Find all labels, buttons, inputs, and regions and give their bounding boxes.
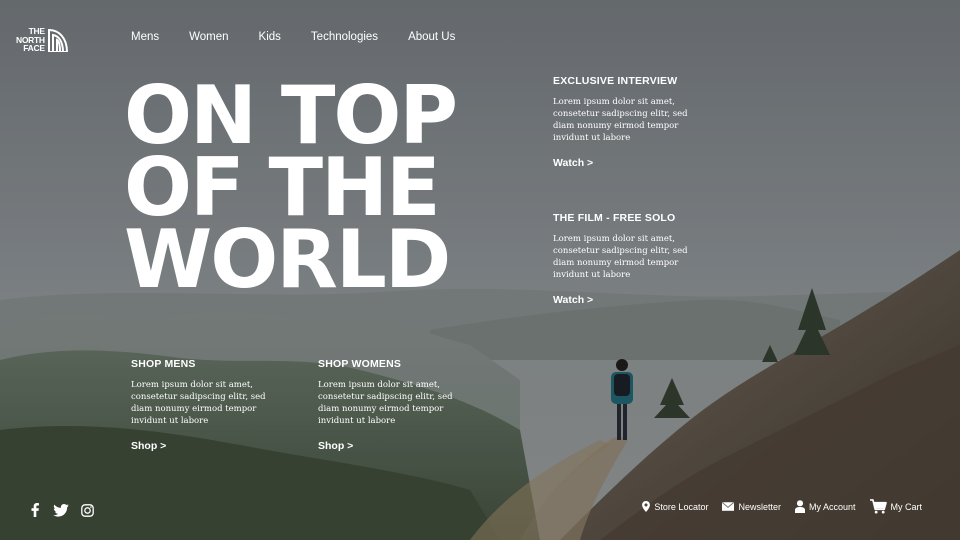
utility-links: Store Locator Newsletter My Account My C… xyxy=(628,499,922,514)
my-account-label: My Account xyxy=(808,501,856,512)
social-links xyxy=(27,502,95,518)
nav-item-kids[interactable]: Kids xyxy=(259,31,281,43)
feature-body: Lorem ipsum dolor sit amet, consetetur s… xyxy=(553,97,688,143)
feature-title: EXCLUSIVE INTERVIEW xyxy=(553,75,678,87)
shop-womens-link[interactable]: Shop > xyxy=(318,440,353,452)
shop-womens-block: SHOP WOMENS Lorem ipsum dolor sit amet, … xyxy=(318,358,468,454)
feature-title: THE FILM - FREE SOLO xyxy=(553,212,676,224)
nav-item-about-us[interactable]: About Us xyxy=(408,31,455,43)
nav-item-technologies[interactable]: Technologies xyxy=(311,31,378,43)
brand-logo[interactable]: THE NORTH FACE xyxy=(16,26,74,54)
main-nav: Mens Women Kids Technologies About Us xyxy=(131,31,485,43)
nav-item-mens[interactable]: Mens xyxy=(131,31,159,43)
map-pin-icon xyxy=(642,501,651,512)
logo-line-3: FACE xyxy=(23,43,45,54)
headline-line-3: WORLD xyxy=(124,213,451,306)
feature-free-solo: THE FILM - FREE SOLO Lorem ipsum dolor s… xyxy=(553,212,703,308)
cart-icon xyxy=(869,499,887,514)
watch-link[interactable]: Watch > xyxy=(553,294,593,306)
my-account-link[interactable]: My Account xyxy=(794,500,856,513)
shop-body: Lorem ipsum dolor sit amet, consetetur s… xyxy=(318,380,453,426)
shop-body: Lorem ipsum dolor sit amet, consetetur s… xyxy=(131,380,266,426)
store-locator-label: Store Locator xyxy=(654,501,709,512)
watch-link[interactable]: Watch > xyxy=(553,157,593,169)
shop-mens-block: SHOP MENS Lorem ipsum dolor sit amet, co… xyxy=(131,358,281,454)
newsletter-link[interactable]: Newsletter xyxy=(722,502,781,512)
my-cart-link[interactable]: My Cart xyxy=(869,499,923,514)
shop-title: SHOP MENS xyxy=(131,358,196,370)
newsletter-label: Newsletter xyxy=(738,501,781,512)
nav-item-women[interactable]: Women xyxy=(189,31,228,43)
envelope-icon xyxy=(722,502,735,511)
instagram-icon[interactable] xyxy=(79,502,95,518)
facebook-icon[interactable] xyxy=(27,502,43,518)
feature-body: Lorem ipsum dolor sit amet, consetetur s… xyxy=(553,234,688,280)
my-cart-label: My Cart xyxy=(890,501,923,512)
user-icon xyxy=(794,500,805,513)
feature-exclusive-interview: EXCLUSIVE INTERVIEW Lorem ipsum dolor si… xyxy=(553,75,703,171)
shop-mens-link[interactable]: Shop > xyxy=(131,440,166,452)
shop-title: SHOP WOMENS xyxy=(318,358,402,370)
logo-wordmark: THE NORTH FACE xyxy=(16,27,45,53)
store-locator-link[interactable]: Store Locator xyxy=(642,501,708,512)
hero-headline: ON TOP OF THE WORLD xyxy=(124,76,458,306)
twitter-icon[interactable] xyxy=(53,502,69,518)
half-dome-logo-icon xyxy=(47,28,68,52)
